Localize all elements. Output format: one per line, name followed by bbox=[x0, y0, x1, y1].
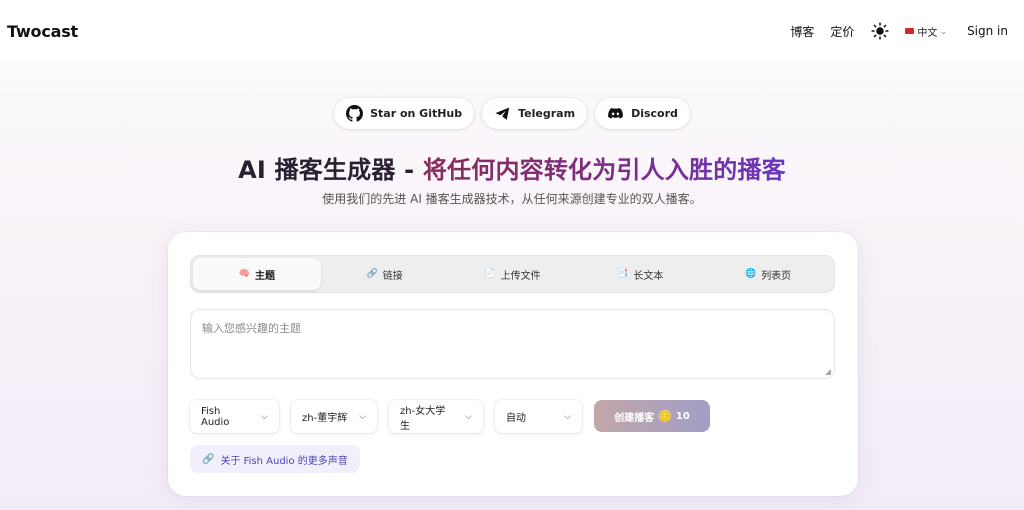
nav-pricing-link[interactable]: 定价 bbox=[830, 23, 854, 40]
chevron-down-icon: ⌵ bbox=[465, 411, 472, 422]
tab-link[interactable]: 🔗 链接 bbox=[321, 258, 449, 290]
voice2-value: zh-女大学生 bbox=[400, 405, 446, 432]
chevron-down-icon: ⌵ bbox=[564, 411, 571, 422]
create-podcast-button[interactable]: 创建播客 🪙 10 bbox=[594, 400, 710, 432]
voice1-value: zh-董宇辉 bbox=[302, 413, 348, 424]
file-icon: 📄 bbox=[484, 269, 496, 279]
tab-topic[interactable]: 🧠 主题 bbox=[193, 258, 321, 290]
discord-label: Discord bbox=[631, 107, 678, 120]
mode-select[interactable]: 自动 ⌵ bbox=[495, 400, 582, 433]
generator-card: 🧠 主题 🔗 链接 📄 上传文件 📑 长文本 🌐 列表页 输入您感兴趣的主题 ◢… bbox=[168, 232, 858, 496]
mode-value: 自动 bbox=[506, 413, 526, 424]
language-selector[interactable]: 中文 ⌄ bbox=[905, 24, 947, 39]
telegram-icon bbox=[495, 107, 510, 120]
globe-icon: 🌐 bbox=[744, 269, 757, 279]
chevron-down-icon: ⌵ bbox=[261, 411, 268, 422]
page-title-part1: AI 播客生成器 - bbox=[238, 156, 423, 184]
resize-handle-icon[interactable]: ◢ bbox=[825, 367, 831, 376]
tab-long-text[interactable]: 📑 长文本 bbox=[576, 258, 704, 290]
discord-button[interactable]: Discord bbox=[595, 98, 690, 129]
coins-icon: 🪙 bbox=[658, 409, 672, 423]
tab-label: 列表页 bbox=[761, 270, 792, 282]
create-label: 创建播客 bbox=[614, 412, 655, 424]
telegram-label: Telegram bbox=[518, 107, 576, 120]
provider-value: Fish Audio bbox=[201, 405, 230, 428]
sign-in-link[interactable]: Sign in bbox=[967, 24, 1008, 38]
nav-blog-link[interactable]: 博客 bbox=[790, 23, 814, 40]
provider-select[interactable]: Fish Audio ⌵ bbox=[190, 400, 279, 433]
topic-input-placeholder: 输入您感兴趣的主题 bbox=[202, 322, 301, 335]
flag-icon bbox=[905, 28, 915, 34]
tab-upload-file[interactable]: 📄 上传文件 bbox=[449, 258, 577, 290]
source-tabs: 🧠 主题 🔗 链接 📄 上传文件 📑 长文本 🌐 列表页 bbox=[190, 255, 835, 293]
link-icon: 🔗 bbox=[366, 269, 378, 279]
tab-label: 链接 bbox=[382, 270, 403, 282]
tab-label: 主题 bbox=[255, 270, 275, 282]
github-label: Star on GitHub bbox=[370, 107, 463, 120]
tab-label: 上传文件 bbox=[500, 270, 541, 282]
app-logo[interactable]: Twocast bbox=[7, 22, 78, 41]
community-links: Star on GitHub Telegram Discord bbox=[0, 98, 1024, 129]
chevron-down-icon: ⌄ bbox=[940, 26, 948, 36]
chevron-down-icon: ⌵ bbox=[359, 411, 366, 422]
top-nav: 博客 定价 中文 ⌄ Sign in bbox=[790, 22, 1008, 40]
language-label: 中文 bbox=[917, 27, 938, 39]
telegram-button[interactable]: Telegram bbox=[482, 98, 588, 129]
document-icon: 📑 bbox=[617, 269, 629, 279]
top-bar: Twocast 博客 定价 中文 ⌄ Sign in bbox=[0, 0, 1024, 62]
sun-icon[interactable] bbox=[871, 22, 889, 40]
voice2-select[interactable]: zh-女大学生 ⌵ bbox=[389, 400, 483, 433]
tab-label: 长文本 bbox=[633, 270, 664, 282]
more-voices-link[interactable]: 🔗 关于 Fish Audio 的更多声音 bbox=[190, 445, 360, 473]
page-title-part2: 将任何内容转化为引人入胜的播客 bbox=[422, 156, 786, 184]
page-subtitle: 使用我们的先进 AI 播客生成器技术，从任何来源创建专业的双人播客。 bbox=[322, 192, 702, 206]
brain-icon: 🧠 bbox=[238, 269, 250, 279]
discord-icon bbox=[608, 108, 623, 119]
options-row: Fish Audio ⌵ zh-董宇辉 ⌵ zh-女大学生 ⌵ 自动 ⌵ 创建播… bbox=[190, 400, 710, 433]
github-star-button[interactable]: Star on GitHub bbox=[334, 98, 475, 129]
topic-input[interactable]: 输入您感兴趣的主题 ◢ bbox=[190, 309, 835, 379]
create-cost: 10 bbox=[675, 410, 690, 422]
page-title: AI 播客生成器 - 将任何内容转化为引人入胜的播客 bbox=[0, 150, 1024, 185]
github-icon bbox=[346, 105, 364, 122]
voice1-select[interactable]: zh-董宇辉 ⌵ bbox=[291, 400, 377, 433]
more-voices-label: 关于 Fish Audio 的更多声音 bbox=[220, 455, 348, 467]
link-icon: 🔗 bbox=[202, 453, 215, 465]
tab-list-page[interactable]: 🌐 列表页 bbox=[704, 258, 832, 290]
